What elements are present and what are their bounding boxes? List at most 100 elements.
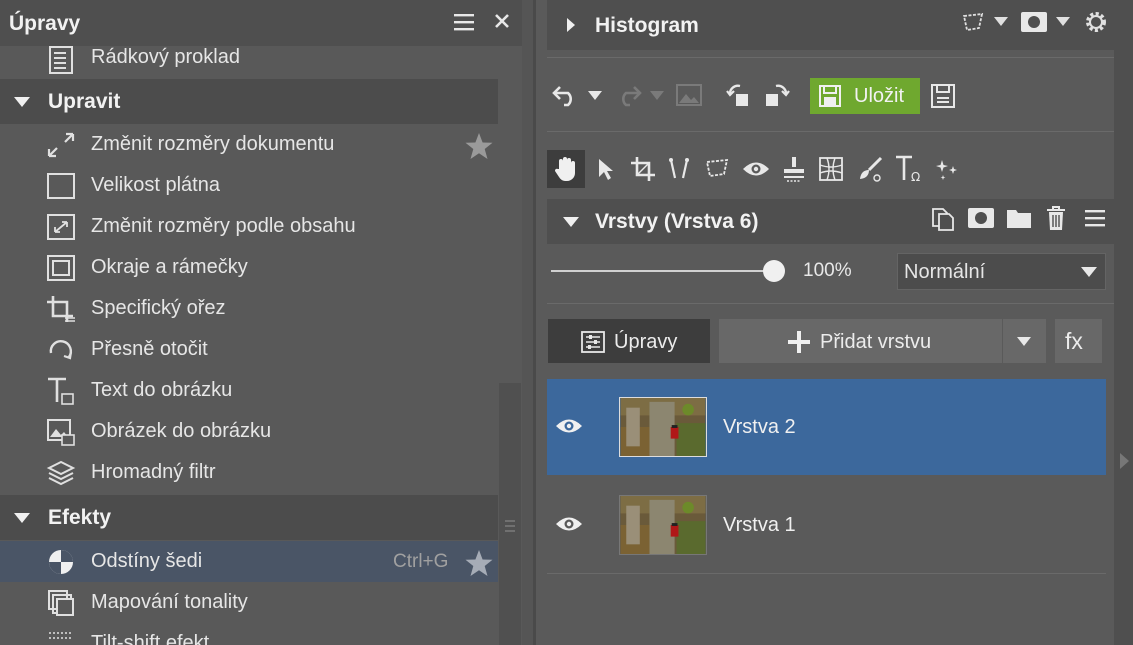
hamburger-menu-icon[interactable]	[453, 12, 475, 32]
menu-item-fit-to-content[interactable]: Změnit rozměry podle obsahu	[0, 206, 498, 247]
separator	[547, 303, 1114, 304]
redo-dropdown-icon[interactable]	[650, 91, 664, 100]
opacity-value: 100%	[803, 260, 852, 281]
clone-stamp-icon[interactable]	[781, 156, 807, 182]
menu-item-rotate[interactable]: Přesně otočit	[0, 329, 498, 370]
tilt-shift-icon	[49, 632, 73, 639]
scrollbar[interactable]	[499, 383, 521, 645]
grayscale-icon	[49, 550, 73, 574]
eye-tool-icon[interactable]	[742, 160, 770, 178]
photo-thumbnail-icon	[620, 398, 706, 456]
menu-item-label: Obrázek do obrázku	[91, 420, 272, 442]
straighten-tool-icon[interactable]	[667, 156, 693, 182]
favorite-star-icon[interactable]	[464, 132, 494, 160]
menu-item-resize-document[interactable]: Změnit rozměry dokumentu	[0, 124, 498, 165]
save-icon	[819, 85, 841, 107]
collapse-triangle-icon	[14, 97, 30, 107]
image-icon[interactable]	[676, 84, 702, 106]
undo-icon[interactable]	[552, 83, 580, 107]
layer-row[interactable]: Vrstva 1	[547, 477, 1106, 573]
gear-icon[interactable]	[1083, 9, 1109, 35]
adjustments-button[interactable]: Úpravy	[548, 319, 710, 363]
opacity-slider-track[interactable]	[551, 270, 773, 272]
collapse-triangle-icon[interactable]	[562, 216, 580, 228]
selection-tool-icon[interactable]	[705, 157, 731, 181]
undo-dropdown-icon[interactable]	[588, 91, 602, 100]
layer-name: Vrstva 2	[723, 416, 796, 438]
duplicate-layer-icon[interactable]	[930, 206, 956, 232]
menu-item-borders-frames[interactable]: Okraje a rámečky	[0, 247, 498, 288]
text-tool-icon	[48, 377, 74, 405]
selection-flag-icon[interactable]	[962, 12, 986, 34]
layer-effects-button[interactable]: fx	[1055, 319, 1102, 363]
layer-thumbnail[interactable]	[619, 397, 707, 457]
text-insert-tool-icon[interactable]: Ω	[894, 154, 924, 184]
menu-item-canvas-size[interactable]: Velikost plátna	[0, 165, 498, 206]
keyboard-shortcut: Ctrl+G	[393, 551, 449, 572]
opacity-slider-knob[interactable]	[763, 260, 785, 282]
menu-item-line-spacing[interactable]: Rádkový proklad	[0, 37, 498, 78]
expand-right-arrow-icon[interactable]	[1118, 452, 1130, 470]
menu-item-label: Tilt-shift efekt	[91, 632, 210, 645]
menu-item-label: Hromadný filtr	[91, 461, 216, 483]
layer-row[interactable]: Vrstva 2	[547, 379, 1106, 475]
panel-resize-grip-icon[interactable]	[504, 518, 516, 534]
section-title: Efekty	[48, 506, 112, 529]
hand-tool-icon	[554, 157, 575, 181]
save-label: Uložit	[854, 85, 905, 107]
save-button[interactable]: Uložit	[810, 78, 920, 114]
menu-item-tilt-shift[interactable]: Tilt-shift efekt	[0, 623, 498, 645]
right-panel-edge[interactable]	[1114, 0, 1133, 645]
menu-item-text[interactable]: Text do obrázku	[0, 370, 498, 411]
add-layer-button[interactable]: Přidat vrstvu	[719, 319, 1002, 363]
rotate-right-icon[interactable]	[762, 82, 790, 108]
menu-item-batch-filter[interactable]: Hromadný filtr	[0, 452, 498, 493]
separator	[547, 573, 1106, 574]
save-as-icon[interactable]	[930, 83, 956, 109]
menu-item-label: Velikost plátna	[91, 174, 220, 196]
blend-mode-select[interactable]: Normální	[897, 253, 1106, 290]
layer-group-folder-icon[interactable]	[1006, 207, 1032, 229]
section-header-edit[interactable]: Upravit	[0, 79, 498, 124]
fx-label: fx	[1065, 328, 1083, 354]
menu-item-tone-mapping[interactable]: Mapování tonality	[0, 582, 498, 623]
rotate-left-icon[interactable]	[726, 82, 754, 108]
chevron-down-icon	[1081, 267, 1097, 277]
section-header-effects[interactable]: Efekty	[0, 495, 498, 540]
warp-tool-icon[interactable]	[818, 156, 844, 182]
menu-item-grayscale[interactable]: Odstíny šedi Ctrl+G	[0, 541, 498, 582]
menu-item-label: Mapování tonality	[91, 591, 248, 613]
close-icon[interactable]	[492, 11, 512, 31]
delete-layer-icon[interactable]	[1045, 205, 1067, 231]
brush-tool-icon[interactable]	[857, 156, 883, 182]
visibility-eye-icon[interactable]	[555, 417, 583, 435]
dropdown-arrow-icon[interactable]	[1056, 17, 1070, 26]
fit-to-content-icon	[47, 214, 75, 240]
favorite-star-icon[interactable]	[464, 549, 494, 577]
pointer-tool-icon[interactable]	[596, 157, 614, 181]
sparkle-effects-icon[interactable]	[935, 158, 959, 180]
layer-mask-icon[interactable]	[967, 207, 995, 229]
expand-triangle-icon[interactable]	[566, 17, 576, 33]
plus-icon	[788, 331, 810, 353]
menu-item-label: Specifický ořez	[91, 297, 226, 319]
menu-item-crop[interactable]: Specifický ořez	[0, 288, 498, 329]
visibility-eye-icon[interactable]	[555, 515, 583, 533]
adjustments-sliders-icon	[581, 331, 605, 353]
layer-thumbnail[interactable]	[619, 495, 707, 555]
chevron-down-icon	[1017, 337, 1031, 346]
layers-menu-icon[interactable]	[1084, 208, 1106, 228]
menu-item-image-in-image[interactable]: Obrázek do obrázku	[0, 411, 498, 452]
redo-icon[interactable]	[614, 83, 642, 107]
crop-icon	[47, 296, 75, 322]
layer-name: Vrstva 1	[723, 514, 796, 536]
add-layer-dropdown[interactable]	[1003, 319, 1046, 363]
blend-mode-value: Normální	[904, 261, 986, 283]
svg-text:Ω: Ω	[911, 170, 920, 184]
mask-icon[interactable]	[1020, 11, 1048, 33]
dropdown-arrow-icon[interactable]	[994, 17, 1008, 26]
menu-item-label: Změnit rozměry podle obsahu	[91, 215, 356, 237]
line-spacing-icon	[49, 46, 73, 74]
crop-tool-icon[interactable]	[630, 156, 656, 182]
tone-mapping-icon	[48, 590, 74, 616]
